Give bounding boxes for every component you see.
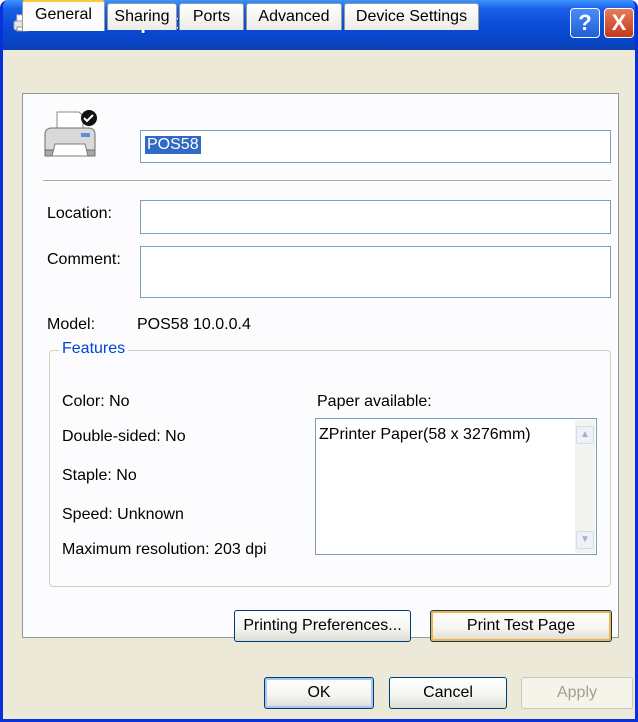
ok-button[interactable]: OK [264, 677, 374, 709]
close-button[interactable]: X [604, 8, 634, 38]
paper-available-label: Paper available: [317, 393, 432, 410]
list-item[interactable]: ZPrinter Paper(58 x 3276mm) [319, 426, 531, 444]
tab-device-settings[interactable]: Device Settings [344, 3, 479, 30]
printer-large-icon [44, 110, 97, 157]
location-label: Location: [47, 205, 112, 222]
comment-input[interactable] [140, 246, 611, 298]
paper-list-scrollbar[interactable]: ▲ ▼ [575, 420, 595, 553]
printer-name-input[interactable]: POS58 [140, 130, 611, 163]
location-input[interactable] [140, 200, 611, 234]
printer-name-value: POS58 [145, 136, 201, 154]
features-title: Features [59, 340, 129, 358]
separator [43, 180, 611, 182]
apply-button[interactable]: Apply [521, 677, 633, 709]
help-button[interactable]: ? [570, 8, 600, 38]
scroll-down-icon[interactable]: ▼ [576, 531, 594, 549]
feature-color: Color: No [62, 393, 130, 410]
tab-advanced[interactable]: Advanced [246, 3, 342, 30]
tab-general[interactable]: General [22, 0, 105, 31]
print-test-page-button[interactable]: Print Test Page [430, 610, 612, 642]
paper-list[interactable]: ZPrinter Paper(58 x 3276mm) ▲ ▼ [315, 418, 597, 555]
model-label: Model: [47, 316, 96, 333]
feature-max-resolution: Maximum resolution: 203 dpi [62, 541, 267, 558]
feature-double-sided: Double-sided: No [62, 428, 186, 445]
tab-sharing[interactable]: Sharing [107, 3, 177, 30]
comment-label: Comment: [47, 251, 121, 268]
printing-preferences-button[interactable]: Printing Preferences... [234, 610, 411, 642]
properties-dialog: POS58 Properties ? X General Sharing Por… [0, 0, 638, 722]
model-value: POS58 10.0.0.4 [137, 316, 251, 333]
cancel-button[interactable]: Cancel [389, 677, 507, 709]
tab-ports[interactable]: Ports [179, 3, 244, 30]
feature-staple: Staple: No [62, 467, 137, 484]
scroll-up-icon[interactable]: ▲ [576, 426, 594, 444]
feature-speed: Speed: Unknown [62, 506, 184, 523]
